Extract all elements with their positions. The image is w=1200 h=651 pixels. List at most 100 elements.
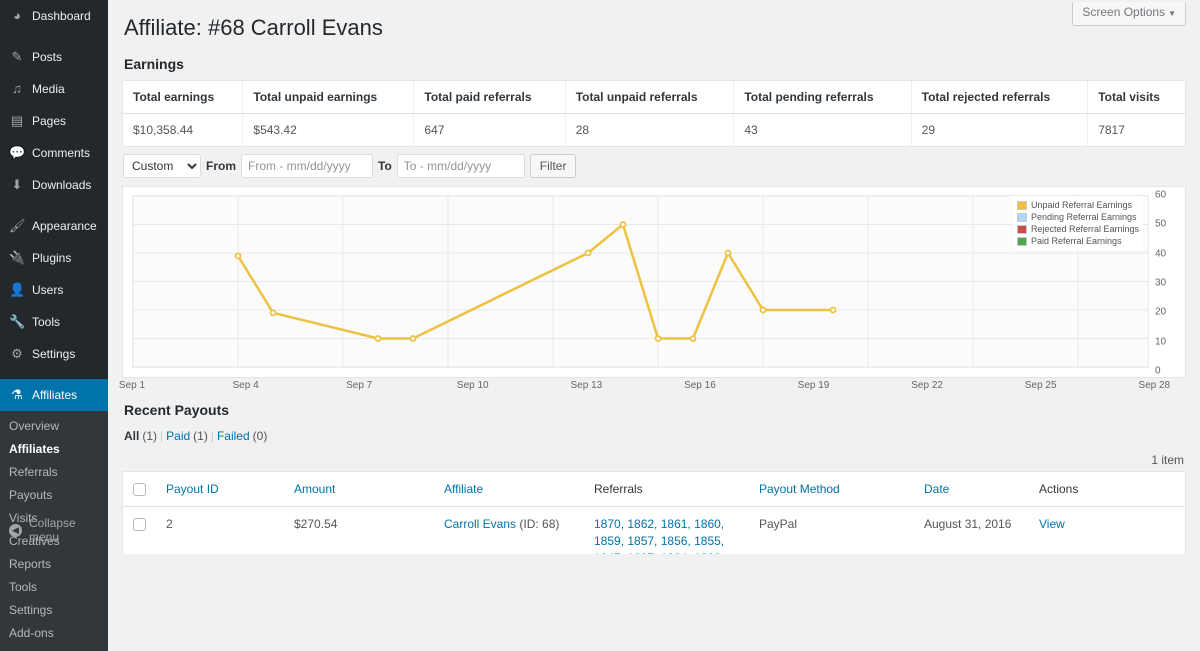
legend-label: Rejected Referral Earnings <box>1030 224 1139 234</box>
sidebar-item-label: Users <box>32 283 64 297</box>
legend-item: Rejected Referral Earnings <box>1016 223 1139 235</box>
submenu-item-tools[interactable]: Tools <box>0 576 108 599</box>
sidebar-item-users[interactable]: 👤 Users <box>0 274 108 306</box>
column-sort-link[interactable]: Affiliate <box>444 482 483 496</box>
col-date[interactable]: Date <box>914 472 1029 507</box>
x-tick-label: Sep 28 <box>1138 380 1171 391</box>
sidebar-item-label: Posts <box>32 50 63 64</box>
x-tick-label: Sep 13 <box>570 380 603 391</box>
earnings-table-header-row: Total earnings Total unpaid earnings Total… <box>123 81 1185 114</box>
sidebar-item-affiliates[interactable]: ⚗ Affiliates <box>0 379 108 411</box>
earnings-value: 28 <box>564 114 734 146</box>
legend-label: Paid Referral Earnings <box>1030 236 1122 246</box>
earnings-value: 647 <box>413 114 564 146</box>
sidebar-item-label: Dashboard <box>32 9 91 23</box>
y-tick-label: 40 <box>1155 248 1167 260</box>
cell-referrals: 1870, 1862, 1861, 1860, 1859, 1857, 1856… <box>584 507 749 554</box>
col-payout-method[interactable]: Payout Method <box>749 472 914 507</box>
submenu-item-settings[interactable]: Settings <box>0 599 108 622</box>
affiliate-id: (ID: 68) <box>516 517 560 531</box>
earnings-value: 29 <box>910 114 1088 146</box>
sidebar-item-label: Plugins <box>32 251 72 265</box>
item-count-top: 1 item <box>1151 453 1184 467</box>
sidebar-item-label: Tools <box>32 315 61 329</box>
submenu-item-overview[interactable]: Overview <box>0 415 108 438</box>
legend-swatch <box>1016 212 1027 222</box>
sidebar-item-media[interactable]: ♫ Media <box>0 73 108 105</box>
view-payout-link[interactable]: View <box>1039 517 1065 531</box>
column-sort-link[interactable]: Payout ID <box>166 482 219 496</box>
chart-svg <box>133 196 1148 367</box>
select-all-checkbox[interactable] <box>133 483 146 497</box>
payout-filter-paid[interactable]: Paid <box>166 429 190 443</box>
legend-label: Unpaid Referral Earnings <box>1030 200 1132 210</box>
col-amount[interactable]: Amount <box>284 472 434 507</box>
submenu-item-referrals[interactable]: Referrals <box>0 461 108 484</box>
media-icon: ♫ <box>12 81 22 96</box>
affiliates-icon: ⚗ <box>11 387 23 402</box>
legend-swatch <box>1016 200 1027 210</box>
submenu-item-payouts[interactable]: Payouts <box>0 484 108 507</box>
column-sort-link[interactable]: Payout Method <box>759 482 840 496</box>
recent-payouts-heading: Recent Payouts <box>124 402 230 418</box>
sidebar-item-dashboard[interactable]: ◕ Dashboard <box>0 0 108 32</box>
cell-payout-id: 2 <box>166 517 173 531</box>
earnings-col-header: Total paid referrals <box>413 81 565 114</box>
sidebar-item-comments[interactable]: 💬 Comments <box>0 137 108 169</box>
legend-label: Pending Referral Earnings <box>1030 212 1137 222</box>
legend-item: Unpaid Referral Earnings <box>1016 199 1139 211</box>
payout-filter-failed[interactable]: Failed <box>217 429 250 443</box>
sidebar-item-appearance[interactable]: 🖌 Appearance <box>0 210 108 242</box>
screen-options-label: Screen Options <box>1082 5 1166 19</box>
payouts-header-row: Payout ID Amount Affiliate Referrals Payout … <box>123 472 1185 507</box>
screen-options-button[interactable]: Screen Options ▼ <box>1072 2 1186 26</box>
submenu-item-reports[interactable]: Reports <box>0 553 108 576</box>
affiliate-link[interactable]: Carroll Evans <box>444 517 516 531</box>
plug-icon: 🔌 <box>9 250 26 265</box>
payout-filter-all[interactable]: All <box>124 429 139 443</box>
chart-legend: Unpaid Referral Earnings Pending Referral… <box>1012 196 1143 250</box>
chart-plot-area <box>132 195 1149 368</box>
to-date-input[interactable] <box>396 154 525 178</box>
cell-payout-method: PayPal <box>759 517 798 531</box>
earnings-col-header: Total visits <box>1087 81 1185 114</box>
sidebar-item-plugins[interactable]: 🔌 Plugins <box>0 242 108 274</box>
earnings-value: $543.42 <box>242 114 413 146</box>
col-affiliate[interactable]: Affiliate <box>434 472 584 507</box>
col-referrals: Referrals <box>584 472 749 507</box>
row-checkbox[interactable] <box>133 518 146 532</box>
submenu-item-add-ons[interactable]: Add-ons <box>0 622 108 645</box>
pin-icon: ✎ <box>11 49 23 64</box>
y-tick-label: 10 <box>1155 336 1167 348</box>
legend-swatch <box>1016 224 1027 234</box>
earnings-table: Total earnings Total unpaid earnings Total… <box>122 80 1186 147</box>
comment-icon: 💬 <box>9 145 26 160</box>
download-icon: ⬇ <box>11 177 23 192</box>
y-tick-label: 60 <box>1155 189 1167 201</box>
col-payout-id[interactable]: Payout ID <box>156 472 284 507</box>
column-sort-link[interactable]: Date <box>924 482 949 496</box>
collapse-arrow-icon: ◀ <box>9 523 22 537</box>
earnings-col-header: Total pending referrals <box>733 81 911 114</box>
sidebar-item-downloads[interactable]: ⬇ Downloads <box>0 169 108 201</box>
table-row: 2 $270.54 Carroll Evans (ID: 68) 1870, 1862… <box>123 507 1185 554</box>
submenu-item-affiliates[interactable]: Affiliates <box>0 438 108 461</box>
page-title: Affiliate: #68 Carroll Evans <box>124 15 383 40</box>
column-sort-link[interactable]: Amount <box>294 482 335 496</box>
legend-item: Paid Referral Earnings <box>1016 235 1139 247</box>
date-range-select[interactable]: Custom <box>123 154 201 178</box>
earnings-chart[interactable]: Unpaid Referral Earnings Pending Referral… <box>122 186 1186 378</box>
x-tick-label: Sep 4 <box>232 380 259 391</box>
referral-links[interactable]: 1870, 1862, 1861, 1860, 1859, 1857, 1856… <box>594 517 724 554</box>
sidebar-item-posts[interactable]: ✎ Posts <box>0 41 108 73</box>
sidebar-item-settings[interactable]: ⚙ Settings <box>0 338 108 370</box>
collapse-menu-label: Collapse menu <box>29 516 76 544</box>
chevron-down-icon: ▼ <box>1168 9 1176 18</box>
sidebar-item-pages[interactable]: ▤ Pages <box>0 105 108 137</box>
x-tick-label: Sep 10 <box>456 380 489 391</box>
filter-button[interactable]: Filter <box>529 154 577 178</box>
from-date-input[interactable] <box>241 154 373 178</box>
y-tick-label: 0 <box>1155 365 1161 377</box>
collapse-menu-button[interactable]: ◀ Collapse menu <box>0 508 108 554</box>
sidebar-item-tools[interactable]: 🔧 Tools <box>0 306 108 338</box>
